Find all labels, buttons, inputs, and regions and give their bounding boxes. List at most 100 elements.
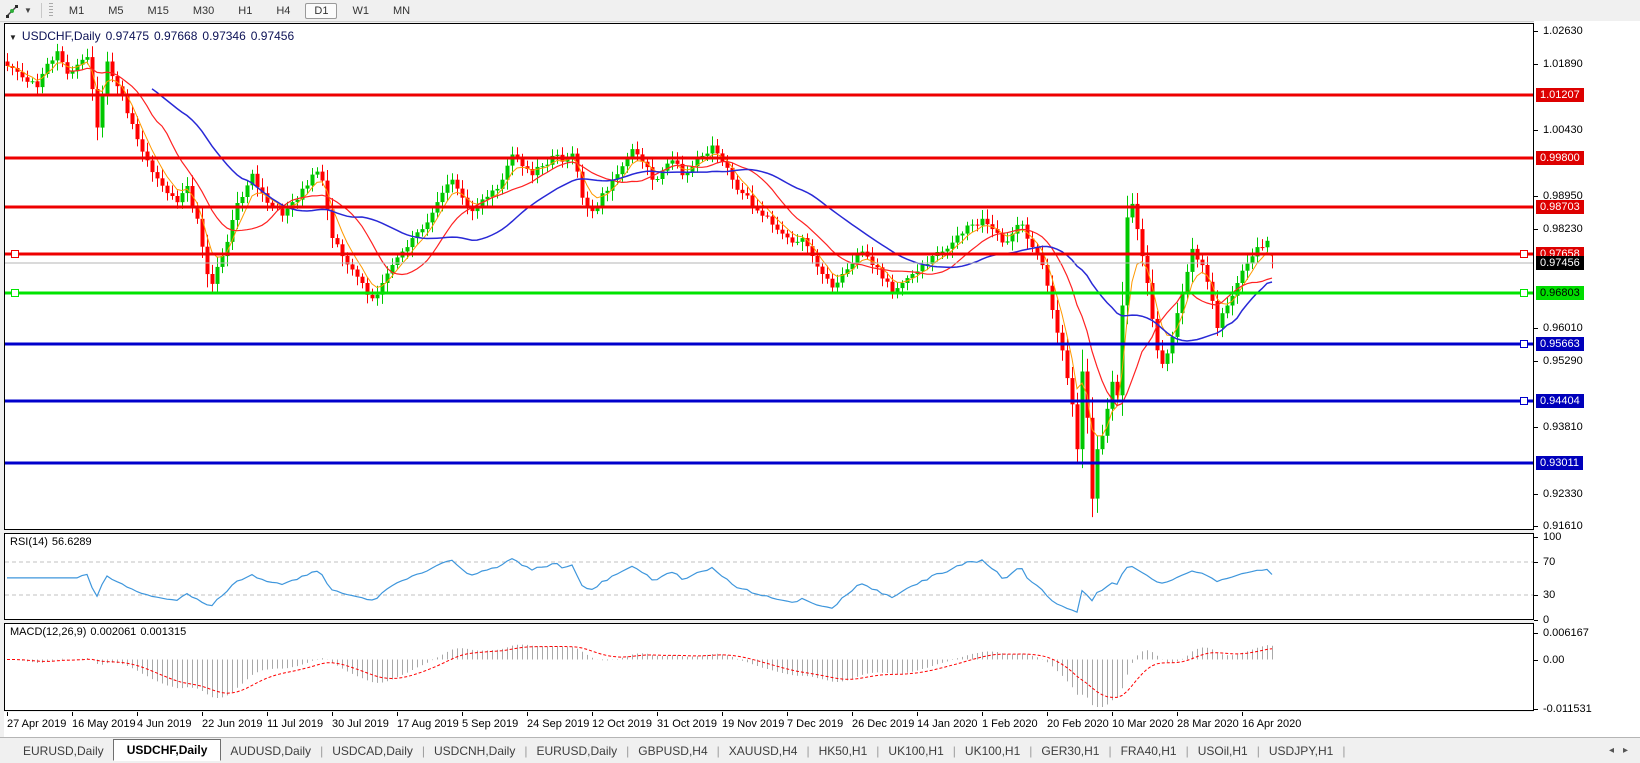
date-label: 14 Jan 2020 (917, 718, 978, 730)
line-handle[interactable] (11, 289, 19, 297)
chart-tab-audusd-daily[interactable]: AUDUSD,Daily (221, 741, 320, 761)
axis-tick (1534, 229, 1538, 230)
rsi-axis-label: 0 (1543, 614, 1549, 626)
price-level-badge: 0.99800 (1536, 151, 1584, 165)
axis-tick (1534, 427, 1538, 428)
price-level-line[interactable] (5, 157, 1533, 160)
price-level-badge: 0.98703 (1536, 200, 1584, 214)
date-label: 27 Apr 2019 (7, 718, 66, 730)
date-tick (462, 712, 463, 716)
line-handle[interactable] (1520, 250, 1528, 258)
date-label: 19 Nov 2019 (722, 718, 784, 730)
tab-scroll-arrows: ◂▸ (1600, 745, 1628, 756)
line-handle[interactable] (1520, 397, 1528, 405)
price-level-line[interactable] (5, 342, 1533, 345)
price-level-badge: 0.96803 (1536, 286, 1584, 300)
chart-tab-eurusd-daily[interactable]: EURUSD,Daily (527, 741, 626, 761)
macd-axis-tick (1534, 633, 1538, 634)
chart-tab-uk100-h1[interactable]: UK100,H1 (956, 741, 1029, 761)
chart-tab-uk100-h1[interactable]: UK100,H1 (879, 741, 952, 761)
timeframe-button-m5[interactable]: M5 (99, 3, 132, 19)
timeframe-button-mn[interactable]: MN (384, 3, 419, 19)
chart-tab-usdcad-daily[interactable]: USDCAD,Daily (323, 741, 422, 761)
macd-signal-value: 0.001315 (140, 626, 186, 638)
rsi-value: 56.6289 (52, 536, 92, 548)
timeframe-button-m15[interactable]: M15 (138, 3, 177, 19)
axis-tick-label: 0.96010 (1543, 322, 1583, 334)
line-handle[interactable] (1520, 340, 1528, 348)
current-price-badge: 0.97456 (1536, 256, 1584, 270)
date-label: 4 Jun 2019 (137, 718, 191, 730)
chart-tab-gbpusd-h4[interactable]: GBPUSD,H4 (629, 741, 716, 761)
line-handle[interactable] (11, 250, 19, 258)
chart-tab-ger30-h1[interactable]: GER30,H1 (1032, 741, 1108, 761)
chart-tab-usdcnh-daily[interactable]: USDCNH,Daily (425, 741, 524, 761)
chart-tab-fra40-h1[interactable]: FRA40,H1 (1112, 741, 1186, 761)
chart-tab-usdchf-daily[interactable]: USDCHF,Daily (113, 739, 222, 761)
main-chart-panel (4, 23, 1534, 530)
date-label: 1 Feb 2020 (982, 718, 1038, 730)
date-axis[interactable]: 27 Apr 201916 May 20194 Jun 201922 Jun 2… (4, 712, 1534, 737)
axis-tick-label: 0.93810 (1543, 421, 1583, 433)
date-label: 7 Dec 2019 (787, 718, 843, 730)
date-tick (1177, 712, 1178, 716)
chart-tab-hk50-h1[interactable]: HK50,H1 (810, 741, 877, 761)
macd-axis-tick (1534, 709, 1538, 710)
timeframe-button-w1[interactable]: W1 (343, 3, 378, 19)
price-level-line[interactable] (5, 399, 1533, 402)
chart-tab-xauusd-h4[interactable]: XAUUSD,H4 (720, 741, 807, 761)
tab-scroll-right-icon[interactable]: ▸ (1623, 745, 1628, 756)
macd-axis-tick (1534, 660, 1538, 661)
chart-symbol: USDCHF,Daily (22, 29, 101, 43)
rsi-name: RSI(14) (10, 536, 48, 548)
price-level-badge: 1.01207 (1536, 88, 1584, 102)
date-tick (72, 712, 73, 716)
timeframe-button-h4[interactable]: H4 (267, 3, 299, 19)
tab-scroll-left-icon[interactable]: ◂ (1609, 745, 1614, 756)
timeframe-buttons: M1 M5 M15 M30 H1 H4 D1 W1 MN (57, 3, 422, 19)
date-tick (267, 712, 268, 716)
macd-axis-label: 0.00 (1543, 654, 1564, 666)
main-chart-svg[interactable] (5, 24, 1533, 529)
macd-label: MACD(12,26,9)0.0020610.001315 (10, 626, 190, 638)
line-handle[interactable] (1520, 289, 1528, 297)
price-level-badge: 0.95663 (1536, 337, 1584, 351)
date-label: 22 Jun 2019 (202, 718, 263, 730)
price-level-line[interactable] (5, 291, 1533, 294)
chart-tab-usdjpy-h1[interactable]: USDJPY,H1 (1260, 741, 1342, 761)
rsi-label: RSI(14) 56.6289 (10, 536, 96, 548)
rsi-axis-label: 100 (1543, 531, 1561, 543)
timeframe-button-h1[interactable]: H1 (229, 3, 261, 19)
date-tick (1047, 712, 1048, 716)
chevron-down-icon[interactable]: ▼ (24, 6, 32, 15)
ohlc-open: 0.97475 (106, 29, 149, 43)
date-label: 28 Mar 2020 (1177, 718, 1239, 730)
timeframe-button-m1[interactable]: M1 (60, 3, 93, 19)
timeframe-button-m30[interactable]: M30 (184, 3, 223, 19)
timeframe-button-d1[interactable]: D1 (305, 3, 337, 19)
price-level-line[interactable] (5, 206, 1533, 209)
title-marker-icon[interactable]: ▼ (9, 33, 17, 42)
date-tick (137, 712, 138, 716)
toolbar-separator (41, 3, 42, 18)
date-tick (332, 712, 333, 716)
rsi-chart-svg[interactable] (5, 534, 1533, 619)
chart-tab-bar: EURUSD,DailyUSDCHF,DailyAUDUSD,Daily|USD… (0, 737, 1640, 763)
price-level-line[interactable] (5, 462, 1533, 465)
macd-chart-svg[interactable] (5, 624, 1533, 710)
chart-tab-eurusd-daily[interactable]: EURUSD,Daily (14, 741, 113, 761)
price-level-line[interactable] (5, 253, 1533, 256)
axis-tick-label: 1.02630 (1543, 25, 1583, 37)
axis-tick (1534, 64, 1538, 65)
date-tick (722, 712, 723, 716)
chart-tab-usoil-h1[interactable]: USOil,H1 (1189, 741, 1257, 761)
chart-tool-icon[interactable] (5, 3, 21, 19)
price-axis[interactable]: 1.026301.018901.004300.989500.982300.960… (1534, 21, 1640, 737)
toolbar-grip[interactable] (49, 3, 53, 18)
rsi-axis-tick (1534, 620, 1538, 621)
price-level-line[interactable] (5, 93, 1533, 96)
date-label: 5 Sep 2019 (462, 718, 518, 730)
date-tick (787, 712, 788, 716)
macd-name: MACD(12,26,9) (10, 626, 86, 638)
date-label: 20 Feb 2020 (1047, 718, 1109, 730)
